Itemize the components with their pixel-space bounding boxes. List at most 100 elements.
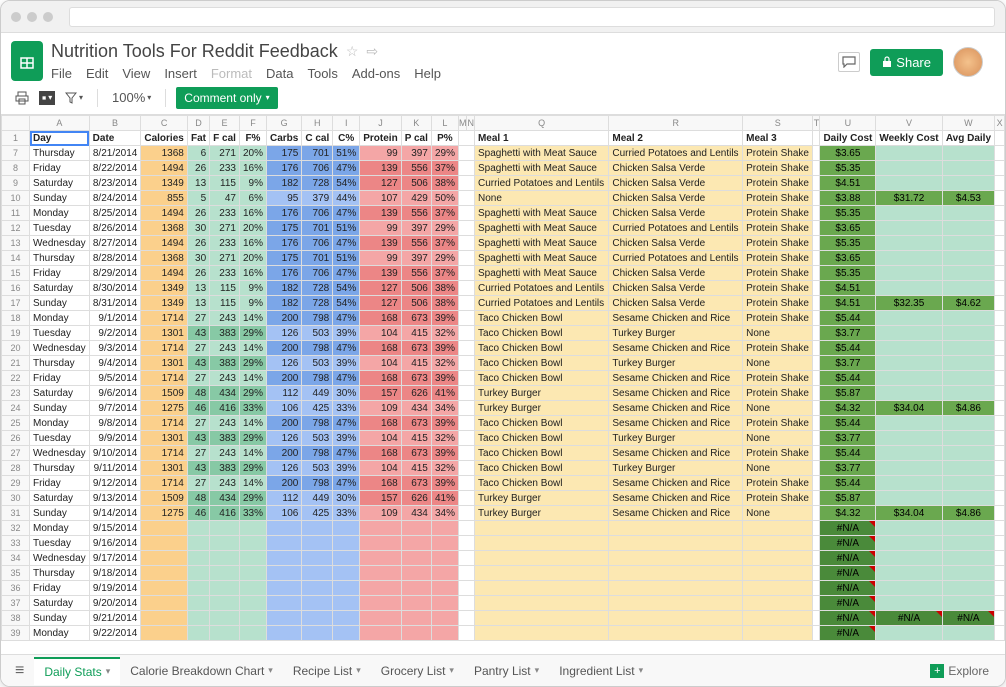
cell[interactable]: 14%	[239, 311, 266, 326]
cell[interactable]: Thursday	[30, 461, 90, 476]
print-icon[interactable]	[11, 89, 33, 107]
cell[interactable]	[187, 566, 209, 581]
cell[interactable]	[942, 341, 995, 356]
col-header[interactable]: H	[302, 116, 333, 131]
cell[interactable]: 39%	[333, 326, 360, 341]
cell[interactable]: Curried Potatoes and Lentils	[474, 176, 608, 191]
cell[interactable]	[876, 626, 942, 641]
cell[interactable]: 182	[266, 296, 301, 311]
cell[interactable]	[239, 536, 266, 551]
cell[interactable]: 706	[302, 236, 333, 251]
cell[interactable]: Curried Potatoes and Lentils	[609, 251, 743, 266]
cell[interactable]: 54%	[333, 281, 360, 296]
cell[interactable]: Sunday	[30, 611, 90, 626]
row-header[interactable]: 10	[2, 191, 30, 206]
cell[interactable]: Tuesday	[30, 431, 90, 446]
cell[interactable]: 397	[401, 146, 431, 161]
cell[interactable]	[813, 491, 820, 506]
cell[interactable]: 27	[187, 476, 209, 491]
cell[interactable]: 503	[302, 326, 333, 341]
cell[interactable]: Protein Shake	[743, 236, 813, 251]
cell[interactable]: 37%	[431, 161, 458, 176]
cell[interactable]	[942, 491, 995, 506]
cell[interactable]: 13	[187, 281, 209, 296]
cell[interactable]: 434	[401, 506, 431, 521]
comment-only-mode[interactable]: Comment only ▾	[176, 87, 277, 109]
cell[interactable]: 14%	[239, 476, 266, 491]
cell[interactable]: 379	[302, 191, 333, 206]
col-header[interactable]: T	[813, 116, 820, 131]
cell[interactable]: $3.65	[820, 146, 876, 161]
cell[interactable]: 44%	[333, 191, 360, 206]
cell[interactable]: Taco Chicken Bowl	[474, 341, 608, 356]
cell[interactable]: 39%	[333, 461, 360, 476]
cell[interactable]: 397	[401, 251, 431, 266]
cell[interactable]: Friday	[30, 266, 90, 281]
cell[interactable]: 9/14/2014	[89, 506, 141, 521]
cell[interactable]: 14%	[239, 416, 266, 431]
cell[interactable]	[302, 626, 333, 641]
cell[interactable]: 14%	[239, 371, 266, 386]
cell[interactable]: $3.88	[820, 191, 876, 206]
cell[interactable]: 27	[187, 446, 209, 461]
cell[interactable]: 425	[302, 401, 333, 416]
cell[interactable]: 47%	[333, 446, 360, 461]
cell[interactable]	[302, 566, 333, 581]
cell[interactable]	[266, 566, 301, 581]
cell[interactable]	[141, 566, 187, 581]
cell[interactable]: C cal	[302, 131, 333, 146]
cell[interactable]: Chicken Salsa Verde	[609, 281, 743, 296]
row-header[interactable]: 37	[2, 596, 30, 611]
cell[interactable]: 9/11/2014	[89, 461, 141, 476]
row-header[interactable]: 7	[2, 146, 30, 161]
cell[interactable]: Protein Shake	[743, 266, 813, 281]
cell[interactable]: 503	[302, 356, 333, 371]
cell[interactable]	[813, 521, 820, 536]
cell[interactable]: Monday	[30, 626, 90, 641]
cell[interactable]: C%	[333, 131, 360, 146]
cell[interactable]: 47	[210, 191, 240, 206]
cell[interactable]	[609, 596, 743, 611]
cell[interactable]	[876, 326, 942, 341]
cell[interactable]: 415	[401, 356, 431, 371]
cell[interactable]	[995, 476, 1005, 491]
cell[interactable]: Spaghetti with Meat Sauce	[474, 251, 608, 266]
cell[interactable]: Monday	[30, 311, 90, 326]
col-header[interactable]: C	[141, 116, 187, 131]
cell[interactable]: Tuesday	[30, 326, 90, 341]
cell[interactable]: 271	[210, 146, 240, 161]
cell[interactable]	[239, 566, 266, 581]
cell[interactable]: Saturday	[30, 281, 90, 296]
cell[interactable]: 168	[360, 446, 401, 461]
col-header[interactable]: I	[333, 116, 360, 131]
cell[interactable]: 271	[210, 221, 240, 236]
row-header[interactable]: 32	[2, 521, 30, 536]
cell[interactable]: Taco Chicken Bowl	[474, 311, 608, 326]
cell[interactable]: 9/17/2014	[89, 551, 141, 566]
cell[interactable]: 26	[187, 206, 209, 221]
cell[interactable]	[876, 221, 942, 236]
cell[interactable]	[876, 356, 942, 371]
cell[interactable]	[995, 131, 1005, 146]
cell[interactable]: 104	[360, 356, 401, 371]
cell[interactable]: 37%	[431, 206, 458, 221]
cell[interactable]	[333, 611, 360, 626]
cell[interactable]: 20%	[239, 251, 266, 266]
cell[interactable]	[401, 566, 431, 581]
menu-help[interactable]: Help	[414, 66, 441, 81]
sheet-tab[interactable]: Grocery List ▾	[371, 657, 464, 685]
cell[interactable]: 1301	[141, 356, 187, 371]
cell[interactable]	[813, 611, 820, 626]
row-header[interactable]: 11	[2, 206, 30, 221]
cell[interactable]: Sesame Chicken and Rice	[609, 416, 743, 431]
cell[interactable]	[360, 626, 401, 641]
col-header[interactable]: D	[187, 116, 209, 131]
row-header[interactable]: 30	[2, 491, 30, 506]
cell[interactable]: 157	[360, 386, 401, 401]
row-header[interactable]: 17	[2, 296, 30, 311]
cell[interactable]: Turkey Burger	[609, 356, 743, 371]
cell[interactable]	[813, 506, 820, 521]
cell[interactable]: $5.44	[820, 311, 876, 326]
cell[interactable]	[141, 626, 187, 641]
row-header[interactable]: 15	[2, 266, 30, 281]
